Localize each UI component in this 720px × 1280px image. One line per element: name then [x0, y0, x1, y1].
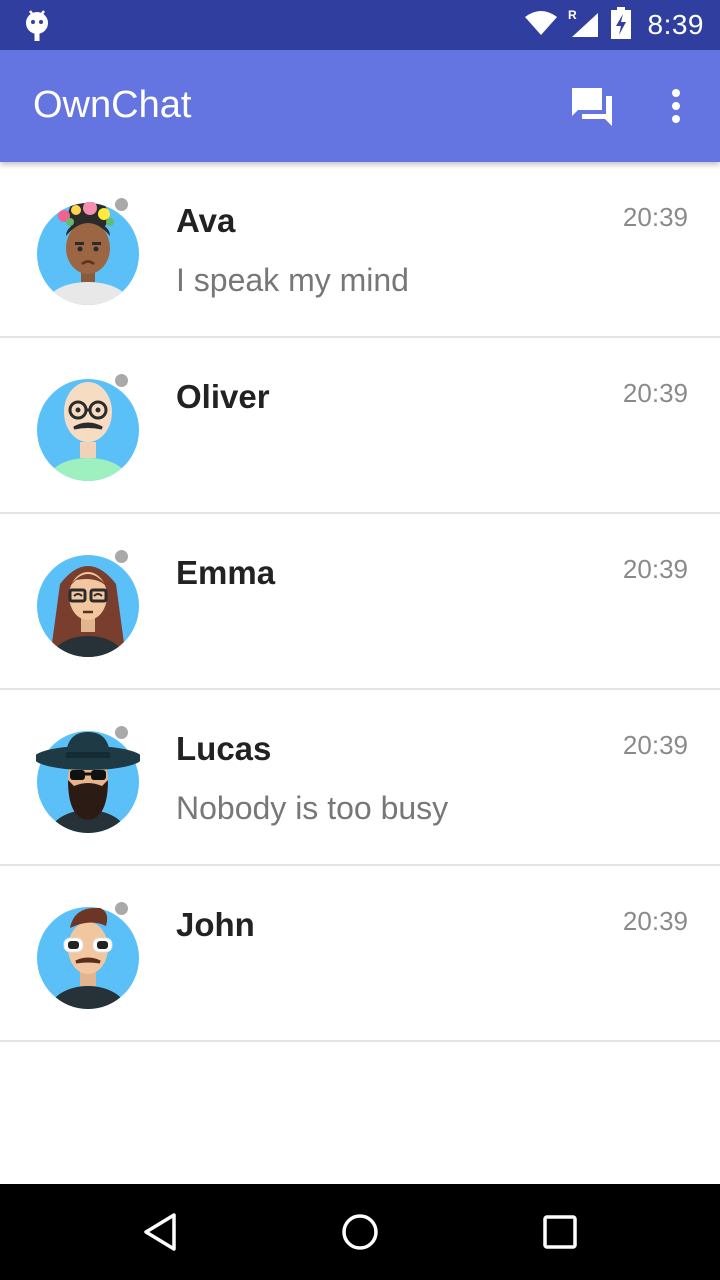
chat-name: John — [176, 906, 255, 943]
presence-dot — [113, 196, 130, 213]
navigation-bar — [0, 1184, 720, 1280]
chat-time: 20:39 — [622, 730, 688, 760]
chat-row-emma[interactable]: Emma 20:39 — [0, 514, 720, 690]
recents-button[interactable] — [525, 1202, 595, 1262]
back-icon — [144, 1213, 176, 1251]
home-icon — [342, 1214, 378, 1250]
emma-avatar — [36, 554, 140, 658]
wifi-icon — [524, 9, 558, 42]
signal-roaming-icon: R — [568, 7, 600, 44]
android-debug-icon — [22, 8, 52, 42]
presence-dot — [113, 724, 130, 741]
chat-last-message: Nobody is too busy — [176, 790, 449, 826]
app-bar: OwnChat — [0, 50, 720, 162]
chat-icon — [572, 88, 612, 126]
presence-dot — [113, 900, 130, 917]
chat-row-john[interactable]: John 20:39 — [0, 866, 720, 1042]
more-vert-icon — [672, 89, 680, 123]
presence-dot — [113, 372, 130, 389]
chat-row-oliver[interactable]: Oliver 20:39 — [0, 338, 720, 514]
chat-time: 20:39 — [622, 202, 688, 232]
chat-name: Emma — [176, 554, 276, 591]
chat-list: Ava I speak my mind 20:39 Oliver 20:39 E… — [0, 162, 720, 1042]
recents-icon — [543, 1215, 577, 1249]
more-options-button[interactable] — [656, 78, 696, 134]
presence-dot — [113, 548, 130, 565]
battery-charging-icon — [610, 6, 632, 44]
new-chat-button[interactable] — [562, 78, 622, 134]
chat-time: 20:39 — [622, 554, 688, 584]
status-time: 8:39 — [647, 9, 704, 40]
back-button[interactable] — [125, 1202, 195, 1262]
chat-last-message: I speak my mind — [176, 262, 409, 298]
chat-name: Oliver — [176, 378, 270, 415]
chat-row-ava[interactable]: Ava I speak my mind 20:39 — [0, 162, 720, 338]
home-button[interactable] — [325, 1202, 395, 1262]
john-avatar — [36, 906, 140, 1010]
chat-name: Ava — [176, 202, 236, 239]
app-title: OwnChat — [33, 84, 192, 126]
chat-name: Lucas — [176, 730, 272, 767]
chat-time: 20:39 — [622, 906, 688, 936]
lucas-avatar — [36, 730, 140, 834]
ava-avatar — [36, 202, 140, 306]
oliver-avatar — [36, 378, 140, 482]
status-bar: R 8:39 — [0, 0, 720, 50]
svg-text:R: R — [568, 8, 577, 22]
chat-time: 20:39 — [622, 378, 688, 408]
chat-row-lucas[interactable]: Lucas Nobody is too busy 20:39 — [0, 690, 720, 866]
